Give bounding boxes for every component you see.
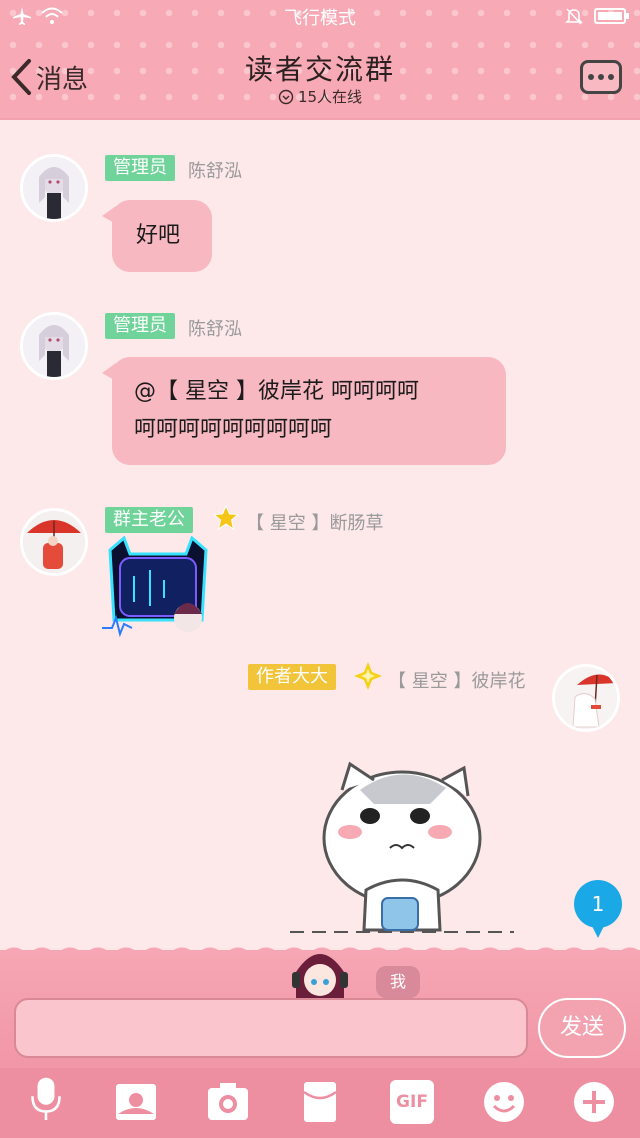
sticker-image[interactable] [290,760,514,940]
avatar-anime-girl-image [23,315,85,377]
emoji-icon[interactable] [482,1080,526,1124]
status-bar: 飞行模式 [0,0,640,32]
star-level-icon [212,504,240,531]
page-title: 读者交流群 [244,53,395,86]
battery-icon [594,8,629,24]
message-input[interactable] [14,998,528,1058]
sender-name: 【 星空 】彼岸花 [388,671,526,692]
red-packet-icon[interactable] [298,1080,342,1124]
role-badge: 作者大大 [248,664,336,690]
role-badge: 群主老公 [105,507,193,533]
avatar-anime-girl-image [23,157,85,219]
cat-sticker-image [290,761,514,933]
avatar[interactable] [20,508,88,576]
cat-neon-frame-image [102,535,208,638]
chevron-down-circle-icon [278,89,294,104]
sender-name: 陈舒泓 [188,319,242,340]
chibi-avatar-image [290,942,350,998]
sender-name: 陈舒泓 [188,161,242,182]
diamond-star-icon [354,662,382,690]
online-count: 15人在线 [297,88,363,106]
sticker-image[interactable] [102,535,214,640]
unread-count-badge[interactable]: 1 [574,880,622,938]
message-text: 好吧 [136,223,181,248]
avatar[interactable] [20,312,88,380]
message-text-line: @【 星空 】彼岸花 呵呵呵呵 [134,379,419,404]
send-button[interactable]: 发送 [538,998,626,1058]
bell-off-icon [565,8,583,25]
microphone-icon[interactable] [24,1076,68,1120]
role-badge: 管理员 [105,155,175,181]
sender-name: 【 星空 】断肠草 [246,513,384,534]
plus-icon[interactable] [572,1080,616,1124]
message-bubble[interactable]: @【 星空 】彼岸花 呵呵呵呵 呵呵呵呵呵呵呵呵呵 [102,357,506,465]
my-avatar[interactable] [552,664,620,732]
role-badge: 管理员 [105,313,175,339]
gif-button[interactable]: GIF [390,1080,434,1124]
status-mode-text: 飞行模式 [284,8,356,29]
more-button[interactable] [580,60,622,94]
online-status[interactable]: 15人在线 [0,86,640,107]
chat-header: 消息 读者交流群 15人在线 [0,32,640,120]
avatar-umbrella-image [23,511,85,573]
me-tag: 我 [376,966,420,998]
image-icon[interactable] [114,1080,158,1124]
avatar[interactable] [20,154,88,222]
message-text-line: 呵呵呵呵呵呵呵呵呵 [134,417,333,442]
camera-icon[interactable] [206,1080,250,1124]
avatar-umbrella-image [555,667,617,729]
message-bubble[interactable]: 好吧 [102,200,212,272]
